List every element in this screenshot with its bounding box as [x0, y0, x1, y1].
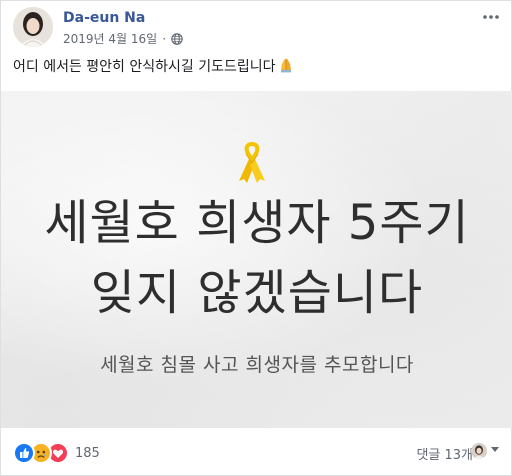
- chevron-down-icon[interactable]: [491, 447, 499, 452]
- post-header: Da-eun Na 2019년 4월 16일 ·: [13, 7, 501, 49]
- post-date[interactable]: 2019년 4월 16일: [63, 30, 157, 47]
- like-icon: [13, 442, 35, 464]
- post-card: Da-eun Na 2019년 4월 16일 · 어디 에서든 평안히 안식하시…: [0, 0, 512, 476]
- meta-separator: ·: [162, 31, 167, 46]
- viewer-avatar-photo: [471, 443, 487, 459]
- post-image[interactable]: 세월호 희생자 5주기 잊지 않겠습니다 세월호 침몰 사고 희생자를 추모합니…: [1, 91, 512, 428]
- author-name[interactable]: Da-eun Na: [63, 10, 145, 26]
- more-dots-icon: [483, 15, 499, 19]
- yellow-ribbon-icon: [239, 142, 265, 183]
- globe-icon[interactable]: [171, 32, 183, 45]
- reaction-count: 185: [75, 445, 100, 461]
- folded-hands-icon: [280, 58, 291, 73]
- avatar-photo: [13, 7, 53, 47]
- post-text-content: 어디 에서든 평안히 안식하시길 기도드립니다: [13, 59, 276, 75]
- image-headline-line2: 잊지 않겠습니다: [90, 265, 424, 321]
- comment-count-link[interactable]: 댓글 13개: [416, 444, 473, 463]
- reactions-summary[interactable]: 185: [13, 442, 100, 464]
- image-headline-line1: 세월호 희생자 5주기: [44, 195, 470, 251]
- image-subline: 세월호 침몰 사고 희생자를 추모합니다: [100, 354, 414, 376]
- post-meta: 2019년 4월 16일 ·: [63, 30, 183, 47]
- post-footer: 185 댓글 13개: [13, 441, 501, 464]
- post-text: 어디 에서든 평안히 안식하시길 기도드립니다: [13, 56, 294, 76]
- viewer-avatar[interactable]: [471, 443, 487, 459]
- more-options-button[interactable]: [481, 9, 501, 25]
- author-avatar[interactable]: [13, 7, 53, 47]
